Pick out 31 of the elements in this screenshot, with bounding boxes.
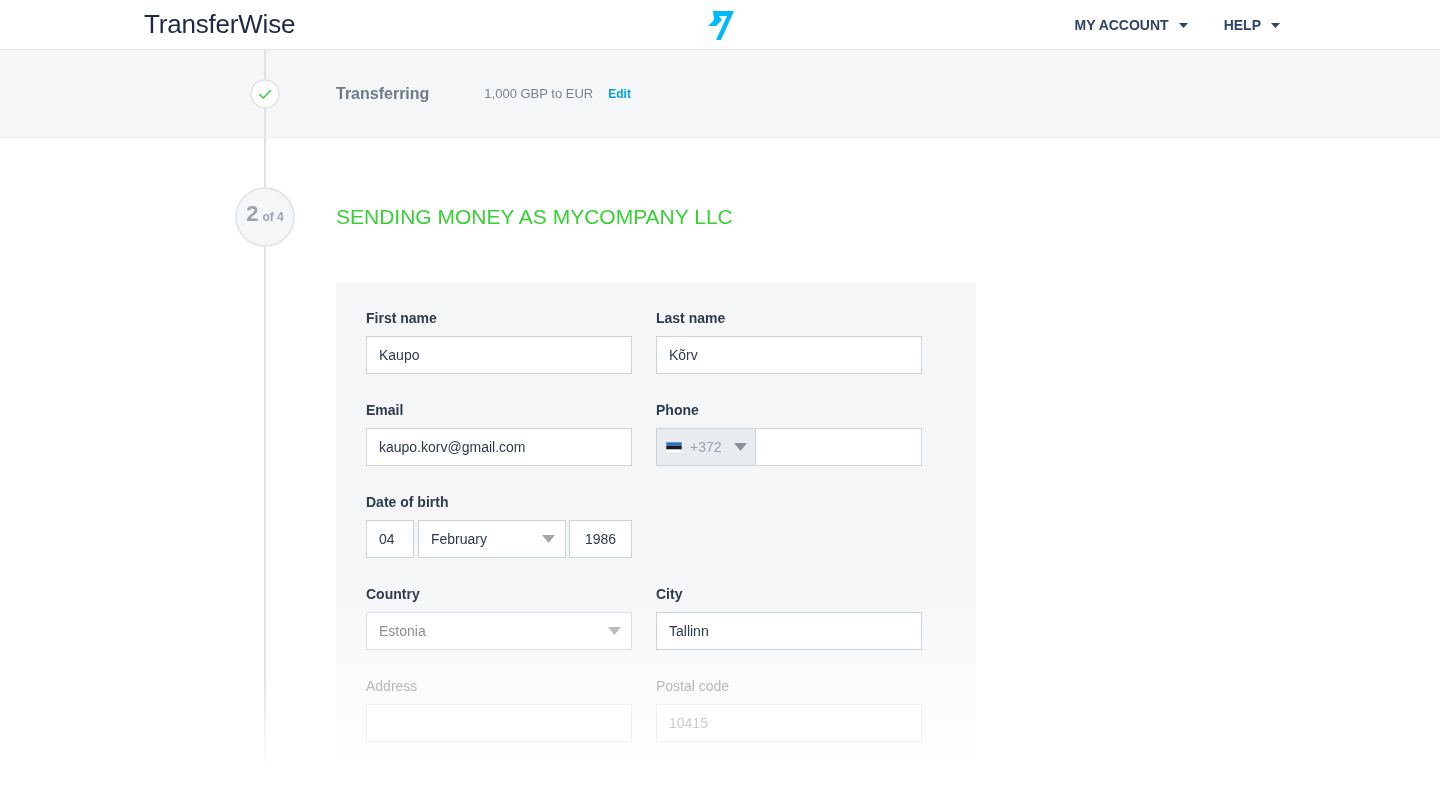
field-label: First name <box>366 309 438 328</box>
input-field[interactable]: Kaupo <box>366 336 632 374</box>
caret-icon <box>608 627 621 635</box>
field-label: Date of birth <box>366 493 450 512</box>
field-label: Phone <box>656 401 700 420</box>
step-title: Transferring <box>336 83 430 104</box>
field-label: Email <box>366 401 405 420</box>
input-field[interactable] <box>756 428 922 466</box>
menu-dropdown[interactable]: HELP <box>1223 14 1280 36</box>
field-label: Last name <box>656 309 727 328</box>
menu-dropdown[interactable]: MY ACCOUNT <box>1074 14 1188 36</box>
input-field[interactable]: 1986 <box>569 520 632 558</box>
transfer-summary: 1,000 GBP to EUR <box>484 84 594 103</box>
step-number: 2 <box>246 203 259 225</box>
field-label: City <box>656 585 684 604</box>
caret-icon <box>1271 22 1280 28</box>
input-field[interactable]: 04 <box>366 520 414 558</box>
logo-text[interactable]: TransferWise <box>144 8 296 39</box>
field-label: Country <box>366 585 421 604</box>
caret-icon <box>734 443 747 451</box>
caret-icon <box>1178 22 1188 28</box>
caret-icon <box>542 535 555 543</box>
step-total: of 4 <box>262 211 284 223</box>
field-label: Postal code <box>656 677 731 696</box>
input-field[interactable]: Tallinn <box>656 612 922 650</box>
section-heading: SENDING MONEY AS MYCOMPANY LLC <box>336 204 734 230</box>
input-field[interactable]: Kõrv <box>656 336 922 374</box>
flag-icon <box>666 441 682 453</box>
input-field[interactable]: kaupo.korv@gmail.com <box>366 428 632 466</box>
dropdown[interactable]: February <box>418 520 566 558</box>
field-label: Address <box>366 677 419 696</box>
